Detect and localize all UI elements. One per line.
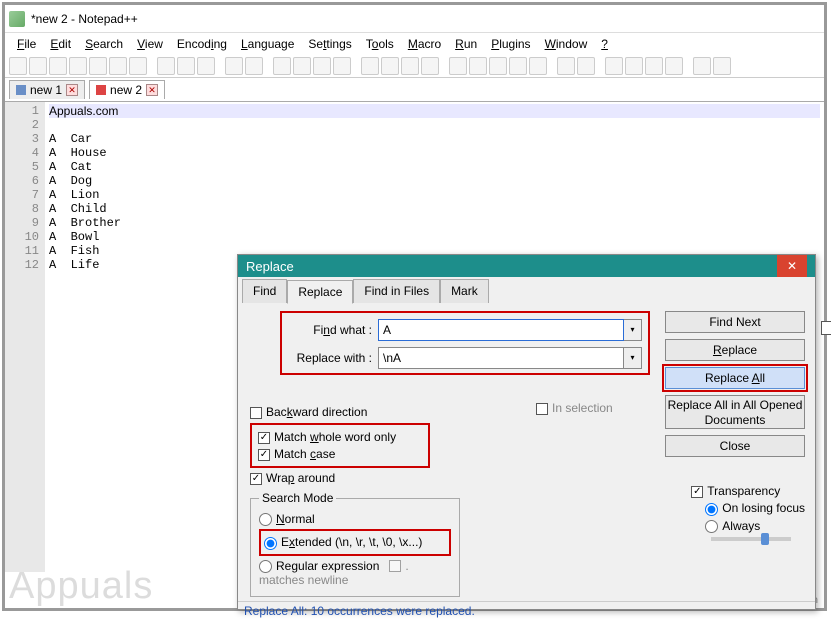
find-next-button[interactable]: Find Next <box>665 311 805 333</box>
toolbar-button[interactable] <box>713 57 731 75</box>
window-title: *new 2 - Notepad++ <box>31 12 138 26</box>
toolbar-button[interactable] <box>69 57 87 75</box>
transparency-group: ✓Transparency On losing focus Always <box>691 481 805 541</box>
toolbar <box>5 55 824 78</box>
tab-mark[interactable]: Mark <box>440 279 489 303</box>
menu-plugins[interactable]: Plugins <box>485 35 536 53</box>
toolbar-button[interactable] <box>109 57 127 75</box>
tab-label: new 2 <box>110 83 142 97</box>
toolbar-button[interactable] <box>665 57 683 75</box>
replace-input[interactable] <box>378 347 624 369</box>
menu-bar: File Edit Search View Encoding Language … <box>5 33 824 55</box>
toolbar-button[interactable] <box>313 57 331 75</box>
toolbar-button[interactable] <box>177 57 195 75</box>
replace-dropdown[interactable]: ▾ <box>624 347 642 369</box>
find-input[interactable] <box>378 319 624 341</box>
menu-window[interactable]: Window <box>539 35 594 53</box>
menu-run[interactable]: Run <box>449 35 483 53</box>
menu-search[interactable]: Search <box>79 35 129 53</box>
tab-find[interactable]: Find <box>242 279 287 303</box>
menu-language[interactable]: Language <box>235 35 300 53</box>
close-button[interactable]: Close <box>665 435 805 457</box>
dialog-close-button[interactable]: ✕ <box>777 255 807 277</box>
dialog-tabs: Find Replace Find in Files Mark <box>238 277 815 303</box>
menu-file[interactable]: File <box>11 35 42 53</box>
toolbar-button[interactable] <box>577 57 595 75</box>
replace-button[interactable]: Replace <box>665 339 805 361</box>
find-dropdown[interactable]: ▾ <box>624 319 642 341</box>
replace-all-open-button[interactable]: Replace All in All Opened Documents <box>665 395 805 429</box>
file-icon <box>96 85 106 95</box>
toolbar-button[interactable] <box>197 57 215 75</box>
replace-label: Replace with : <box>288 351 378 365</box>
dialog-title-bar[interactable]: Replace ✕ <box>238 255 815 277</box>
toolbar-button[interactable] <box>157 57 175 75</box>
tab-close-icon[interactable]: ✕ <box>66 84 78 96</box>
toolbar-button[interactable] <box>449 57 467 75</box>
toolbar-button[interactable] <box>421 57 439 75</box>
line-gutter: 123456789101112 <box>5 102 45 572</box>
menu-macro[interactable]: Macro <box>402 35 447 53</box>
toolbar-button[interactable] <box>333 57 351 75</box>
dialog-buttons: Find Next Replace Replace All Replace Al… <box>665 311 805 463</box>
toolbar-button[interactable] <box>381 57 399 75</box>
toolbar-button[interactable] <box>273 57 291 75</box>
replace-dialog: Replace ✕ Find Replace Find in Files Mar… <box>237 254 816 610</box>
transparency-losing[interactable]: On losing focus <box>705 501 805 515</box>
menu-tools[interactable]: Tools <box>360 35 400 53</box>
transparency-toggle[interactable]: ✓Transparency <box>691 484 805 498</box>
toolbar-button[interactable] <box>645 57 663 75</box>
tab-replace[interactable]: Replace <box>287 280 353 304</box>
tab-label: new 1 <box>30 83 62 97</box>
menu-settings[interactable]: Settings <box>302 35 357 53</box>
toolbar-button[interactable] <box>89 57 107 75</box>
toolbar-button[interactable] <box>9 57 27 75</box>
toolbar-button[interactable] <box>489 57 507 75</box>
toolbar-button[interactable] <box>401 57 419 75</box>
tab-find-in-files[interactable]: Find in Files <box>353 279 440 303</box>
toolbar-button[interactable] <box>557 57 575 75</box>
title-bar: *new 2 - Notepad++ <box>5 5 824 33</box>
dialog-status: Replace All: 10 occurrences were replace… <box>238 601 815 620</box>
toolbar-button[interactable] <box>293 57 311 75</box>
mode-extended[interactable]: Extended (\n, \r, \t, \0, \x...) <box>264 535 446 549</box>
whole-word-option[interactable]: ✓Match whole word only <box>258 430 422 444</box>
file-tab-new1[interactable]: new 1 ✕ <box>9 80 85 99</box>
toolbar-button[interactable] <box>605 57 623 75</box>
find-next-checkbox[interactable] <box>821 321 831 335</box>
transparency-slider[interactable] <box>711 537 791 541</box>
dialog-title: Replace <box>246 259 294 274</box>
toolbar-button[interactable] <box>509 57 527 75</box>
mode-regex[interactable]: Regular expression . matches newline <box>259 559 451 587</box>
in-selection-option: In selection <box>536 401 613 415</box>
match-case-option: ✓Match case <box>258 447 422 461</box>
menu-view[interactable]: View <box>131 35 169 53</box>
toolbar-button[interactable] <box>625 57 643 75</box>
transparency-always[interactable]: Always <box>705 519 805 533</box>
toolbar-button[interactable] <box>29 57 47 75</box>
file-icon <box>16 85 26 95</box>
in-selection-checkbox <box>536 403 548 415</box>
menu-encoding[interactable]: Encoding <box>171 35 233 53</box>
replace-all-button[interactable]: Replace All <box>665 367 805 389</box>
toolbar-button[interactable] <box>49 57 67 75</box>
toolbar-button[interactable] <box>245 57 263 75</box>
tab-close-icon[interactable]: ✕ <box>146 84 158 96</box>
file-tabs: new 1 ✕ new 2 ✕ <box>5 78 824 102</box>
toolbar-button[interactable] <box>529 57 547 75</box>
toolbar-button[interactable] <box>129 57 147 75</box>
toolbar-button[interactable] <box>361 57 379 75</box>
menu-edit[interactable]: Edit <box>44 35 77 53</box>
toolbar-button[interactable] <box>693 57 711 75</box>
mode-normal[interactable]: Normal <box>259 512 451 526</box>
toolbar-button[interactable] <box>469 57 487 75</box>
search-mode-legend: Search Mode <box>259 491 336 505</box>
file-tab-new2[interactable]: new 2 ✕ <box>89 80 165 99</box>
highlighted-inputs: Find what : ▾ Replace with : ▾ <box>280 311 650 375</box>
menu-help[interactable]: ? <box>595 35 614 53</box>
find-label: Find what : <box>288 323 378 337</box>
app-icon <box>9 11 25 27</box>
toolbar-button[interactable] <box>225 57 243 75</box>
search-mode-group: Search Mode Normal Extended (\n, \r, \t,… <box>250 491 460 597</box>
